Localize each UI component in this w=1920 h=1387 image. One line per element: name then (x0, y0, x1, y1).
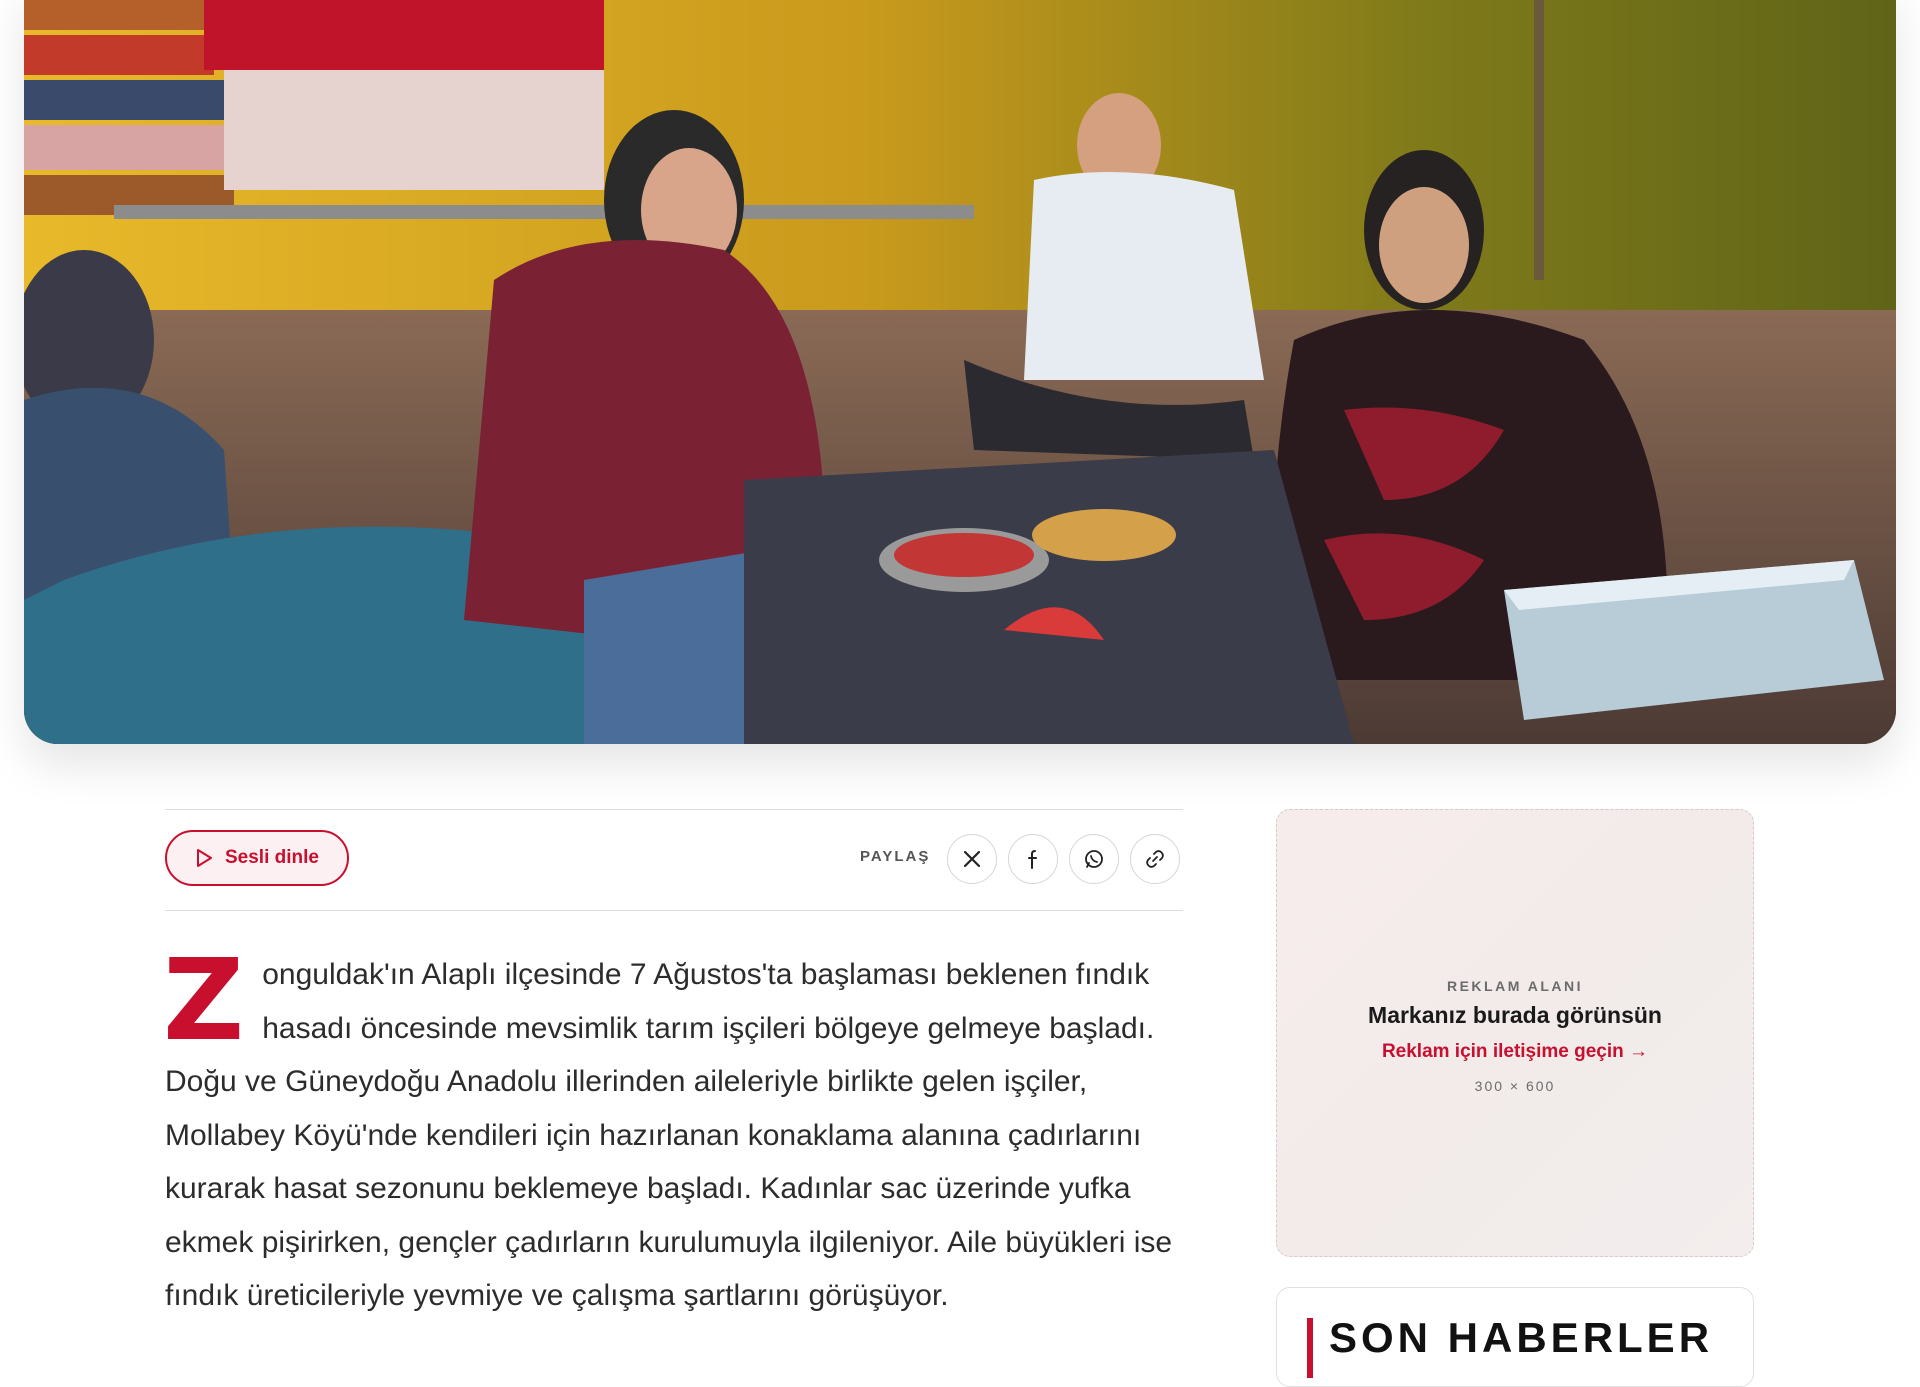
ad-kicker: REKLAM ALANI (1446, 978, 1584, 994)
copy-link-button[interactable] (1130, 834, 1180, 884)
share-x-button[interactable] (947, 834, 997, 884)
latest-news-card: SON HABERLER (1276, 1287, 1754, 1387)
link-icon (1146, 850, 1164, 868)
facebook-icon (1028, 850, 1037, 869)
listen-button[interactable]: Sesli dinle (165, 830, 349, 886)
ad-title: Markanız burada görünsün (1368, 1002, 1662, 1028)
ad-placeholder[interactable]: REKLAM ALANI Markanız burada görünsün Re… (1276, 809, 1754, 1257)
drop-cap: Z (163, 936, 245, 1066)
section-accent-bar (1307, 1318, 1313, 1378)
article-paragraph: onguldak'ın Alaplı ilçesinde 7 Ağustos't… (165, 958, 1173, 1312)
whatsapp-icon (1085, 850, 1103, 868)
share-facebook-button[interactable] (1008, 834, 1058, 884)
hero-image (24, 0, 1896, 744)
article-body: Z onguldak'ın Alaplı ilçesinde 7 Ağustos… (163, 936, 1185, 1323)
share-whatsapp-button[interactable] (1069, 834, 1119, 884)
hero-photo-illustration (24, 0, 1896, 744)
x-icon (963, 850, 981, 868)
ad-size: 300 × 600 (1474, 1078, 1556, 1094)
latest-news-title: SON HABERLER (1329, 1314, 1714, 1361)
play-icon (197, 849, 212, 867)
ad-contact-link[interactable]: Reklam için iletişime geçin → (1277, 1041, 1753, 1063)
listen-label: Sesli dinle (225, 847, 319, 868)
article-toolbar: Sesli dinle PAYLAŞ (165, 809, 1183, 911)
share-label: PAYLAŞ (860, 848, 931, 865)
